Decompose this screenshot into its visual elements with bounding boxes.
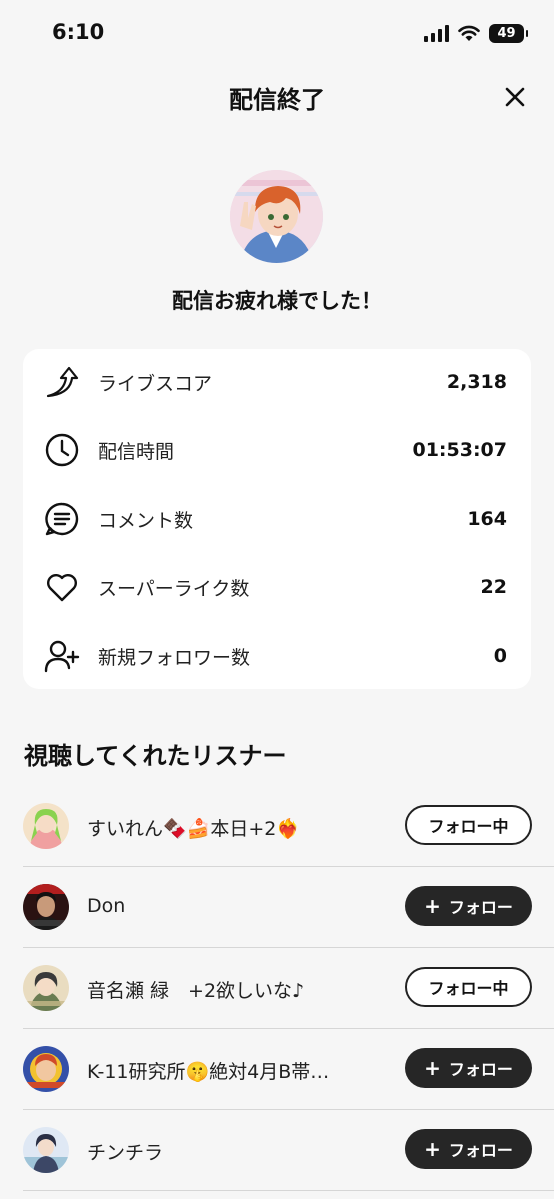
stat-label: 配信時間 bbox=[98, 440, 175, 463]
list-item[interactable]: K-11研究所🤫絶対4月B帯… + フォロー bbox=[0, 1029, 554, 1110]
stat-row-super-likes: スーパーライク数 22 bbox=[23, 567, 531, 607]
stat-label: 新規フォロワー数 bbox=[98, 646, 251, 669]
close-icon[interactable] bbox=[502, 84, 528, 110]
stat-row-duration: 配信時間 01:53:07 bbox=[23, 430, 531, 470]
follow-button[interactable]: + フォロー bbox=[405, 1129, 532, 1169]
button-label: フォロー中 bbox=[428, 979, 509, 998]
stat-value: 01:53:07 bbox=[412, 439, 507, 461]
list-item[interactable]: Don + フォロー bbox=[0, 867, 554, 948]
following-button[interactable]: フォロー中 bbox=[405, 967, 532, 1007]
avatar[interactable] bbox=[23, 965, 69, 1011]
stat-label: ライブスコア bbox=[98, 372, 213, 395]
avatar[interactable] bbox=[23, 1127, 69, 1173]
listener-name: すいれん🍫🍰本日+2❤️‍🔥 bbox=[87, 818, 300, 840]
button-label: フォロー中 bbox=[428, 817, 509, 836]
list-item[interactable]: チンチラ + フォロー bbox=[0, 1110, 554, 1191]
plus-icon: + bbox=[424, 894, 441, 918]
clock-icon bbox=[43, 431, 81, 469]
stat-value: 164 bbox=[467, 508, 507, 530]
avatar[interactable] bbox=[23, 803, 69, 849]
thanks-message: 配信お疲れ様でした！ bbox=[172, 289, 382, 313]
listener-name: 音名瀬 緑 +2欲しいな♪ bbox=[87, 980, 305, 1002]
trend-arrow-icon bbox=[43, 363, 81, 401]
status-time: 6:10 bbox=[52, 20, 105, 44]
plus-icon: + bbox=[424, 1056, 441, 1080]
host-avatar bbox=[230, 170, 323, 263]
listeners-title: 視聴してくれたリスナー bbox=[24, 742, 287, 770]
button-label: フォロー bbox=[448, 898, 513, 917]
listener-name: チンチラ bbox=[87, 1142, 164, 1164]
button-label: フォロー bbox=[448, 1141, 513, 1160]
list-item[interactable]: すいれん🍫🍰本日+2❤️‍🔥 フォロー中 bbox=[0, 786, 554, 867]
status-icons: 49 bbox=[424, 24, 528, 43]
stat-value: 2,318 bbox=[446, 371, 507, 393]
avatar[interactable] bbox=[23, 1046, 69, 1092]
page-title: 配信終了 bbox=[229, 86, 325, 114]
signal-icon bbox=[424, 25, 449, 42]
following-button[interactable]: フォロー中 bbox=[405, 805, 532, 845]
status-bar: 6:10 49 bbox=[0, 0, 554, 70]
host-avatar-illustration bbox=[230, 170, 323, 263]
list-item[interactable]: 音名瀬 緑 +2欲しいな♪ フォロー中 bbox=[0, 948, 554, 1029]
listener-name: Don bbox=[87, 895, 126, 917]
stat-value: 22 bbox=[480, 576, 507, 598]
heart-icon bbox=[43, 568, 81, 606]
listener-name: K-11研究所🤫絶対4月B帯… bbox=[87, 1061, 330, 1083]
stat-row-live-score: ライブスコア 2,318 bbox=[23, 362, 531, 402]
battery-icon: 49 bbox=[489, 24, 528, 43]
divider bbox=[23, 1190, 554, 1191]
follow-button[interactable]: + フォロー bbox=[405, 886, 532, 926]
stat-row-new-followers: 新規フォロワー数 0 bbox=[23, 636, 531, 676]
stat-label: スーパーライク数 bbox=[98, 577, 250, 600]
comment-icon bbox=[43, 500, 81, 538]
button-label: フォロー bbox=[448, 1060, 513, 1079]
add-user-icon bbox=[43, 637, 81, 675]
stat-value: 0 bbox=[493, 645, 507, 667]
follow-button[interactable]: + フォロー bbox=[405, 1048, 532, 1088]
plus-icon: + bbox=[424, 1137, 441, 1161]
stat-label: コメント数 bbox=[98, 509, 194, 532]
wifi-icon bbox=[458, 25, 480, 41]
stat-row-comments: コメント数 164 bbox=[23, 499, 531, 539]
stats-card: ライブスコア 2,318 配信時間 01:53:07 コメント数 164 スーパ… bbox=[23, 349, 531, 689]
avatar[interactable] bbox=[23, 884, 69, 930]
